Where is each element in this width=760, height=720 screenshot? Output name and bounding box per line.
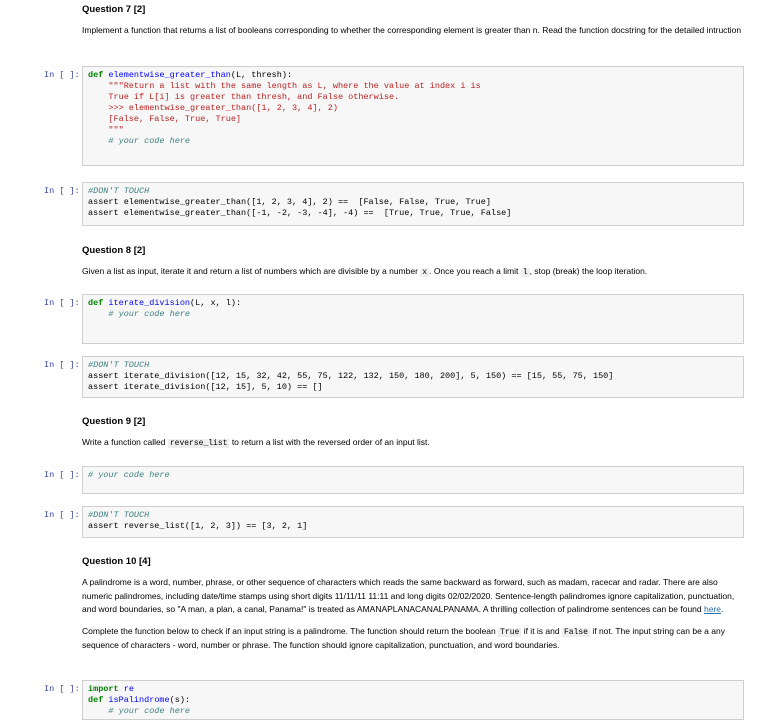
code-line: # your code here: [88, 136, 191, 146]
text: Write a function called: [82, 437, 168, 447]
code-cell-7[interactable]: import re def isPalindrome(s): # your cod…: [82, 680, 744, 720]
question-10-title: Question 10 [4]: [82, 556, 151, 567]
cell-5-prompt: In [ ]:: [44, 470, 80, 480]
text: A palindrome is a word, number, phrase, …: [82, 577, 735, 614]
question-7-title: Question 7 [2]: [82, 4, 146, 15]
palindrome-collection-link[interactable]: here: [704, 604, 721, 614]
question-8-title: Question 8 [2]: [82, 245, 146, 256]
code-cell-3[interactable]: def iterate_division(L, x, l): # your co…: [82, 294, 744, 344]
code-line: assert elementwise_greater_than([-1, -2,…: [88, 208, 512, 218]
code-line: # your code here: [88, 470, 170, 480]
inline-code: True: [498, 627, 522, 637]
inline-code: l: [520, 268, 530, 277]
cell-1-prompt: In [ ]:: [44, 70, 80, 80]
code-line: """Return a list with the same length as…: [88, 81, 481, 91]
code-line: [False, False, True, True]: [88, 114, 242, 124]
code-line: def elementwise_greater_than(L, thresh):: [88, 70, 293, 80]
text: , stop (break) the loop iteration.: [529, 266, 648, 276]
code-cell-6[interactable]: #DON'T TOUCH assert reverse_list([1, 2, 3…: [82, 506, 744, 538]
code-line: assert reverse_list([1, 2, 3]) == [3, 2,…: [88, 521, 308, 531]
code-line: assert iterate_division([12, 15], 5, 10)…: [88, 382, 323, 392]
markdown-question-8: Question 8 [2] Given a list as input, it…: [82, 245, 742, 280]
code-cell-2[interactable]: #DON'T TOUCH assert elementwise_greater_t…: [82, 182, 744, 226]
code-line: def isPalindrome(s):: [88, 695, 191, 705]
inline-code: x: [420, 268, 430, 277]
code-line: #DON'T TOUCH: [88, 186, 150, 196]
markdown-question-10: Question 10 [4] A palindrome is a word, …: [82, 556, 742, 653]
question-10-paragraph-1: A palindrome is a word, number, phrase, …: [82, 576, 742, 617]
code-line: #DON'T TOUCH: [88, 510, 150, 520]
question-9-title: Question 9 [2]: [82, 416, 146, 427]
text: .: [721, 604, 724, 614]
text: Complete the function below to check if …: [82, 625, 499, 636]
code-line: assert elementwise_greater_than([1, 2, 3…: [88, 197, 491, 207]
question-8-description: Given a list as input, iterate it and re…: [82, 265, 742, 280]
cell-6-prompt: In [ ]:: [44, 510, 80, 520]
code-cell-1[interactable]: def elementwise_greater_than(L, thresh):…: [82, 66, 744, 166]
code-line: import re: [88, 684, 134, 694]
text: Given a list as input, iterate it and re…: [82, 266, 421, 276]
markdown-question-9: Question 9 [2] Write a function called r…: [82, 416, 742, 451]
code-cell-5[interactable]: # your code here: [82, 466, 744, 494]
code-line: >>> elementwise_greater_than([1, 2, 3, 4…: [88, 103, 338, 113]
text: . Once you reach a limit: [429, 266, 521, 276]
question-10-paragraph-2: Complete the function below to check if …: [82, 625, 742, 653]
cell-7-prompt: In [ ]:: [44, 684, 80, 694]
code-line: def iterate_division(L, x, l):: [88, 298, 242, 308]
text: if it is and: [521, 625, 562, 636]
code-line: """: [88, 125, 124, 135]
question-7-description: Implement a function that returns a list…: [82, 25, 742, 35]
cell-4-prompt: In [ ]:: [44, 360, 80, 370]
question-9-description: Write a function called reverse_list to …: [82, 436, 742, 451]
inline-code: reverse_list: [167, 439, 230, 448]
code-cell-4[interactable]: #DON'T TOUCH assert iterate_division([12,…: [82, 356, 744, 398]
markdown-question-7: Question 7 [2] Implement a function that…: [82, 4, 742, 38]
code-line: # your code here: [88, 309, 191, 319]
code-line: #DON'T TOUCH: [88, 360, 150, 370]
inline-code: False: [561, 627, 590, 637]
code-line: assert iterate_division([12, 15, 32, 42,…: [88, 371, 614, 381]
cell-2-prompt: In [ ]:: [44, 186, 80, 196]
code-line: True if L[i] is greater than thresh, and…: [88, 92, 400, 102]
cell-3-prompt: In [ ]:: [44, 298, 80, 308]
code-line: # your code here: [88, 706, 191, 716]
text: to return a list with the reversed order…: [229, 437, 430, 447]
